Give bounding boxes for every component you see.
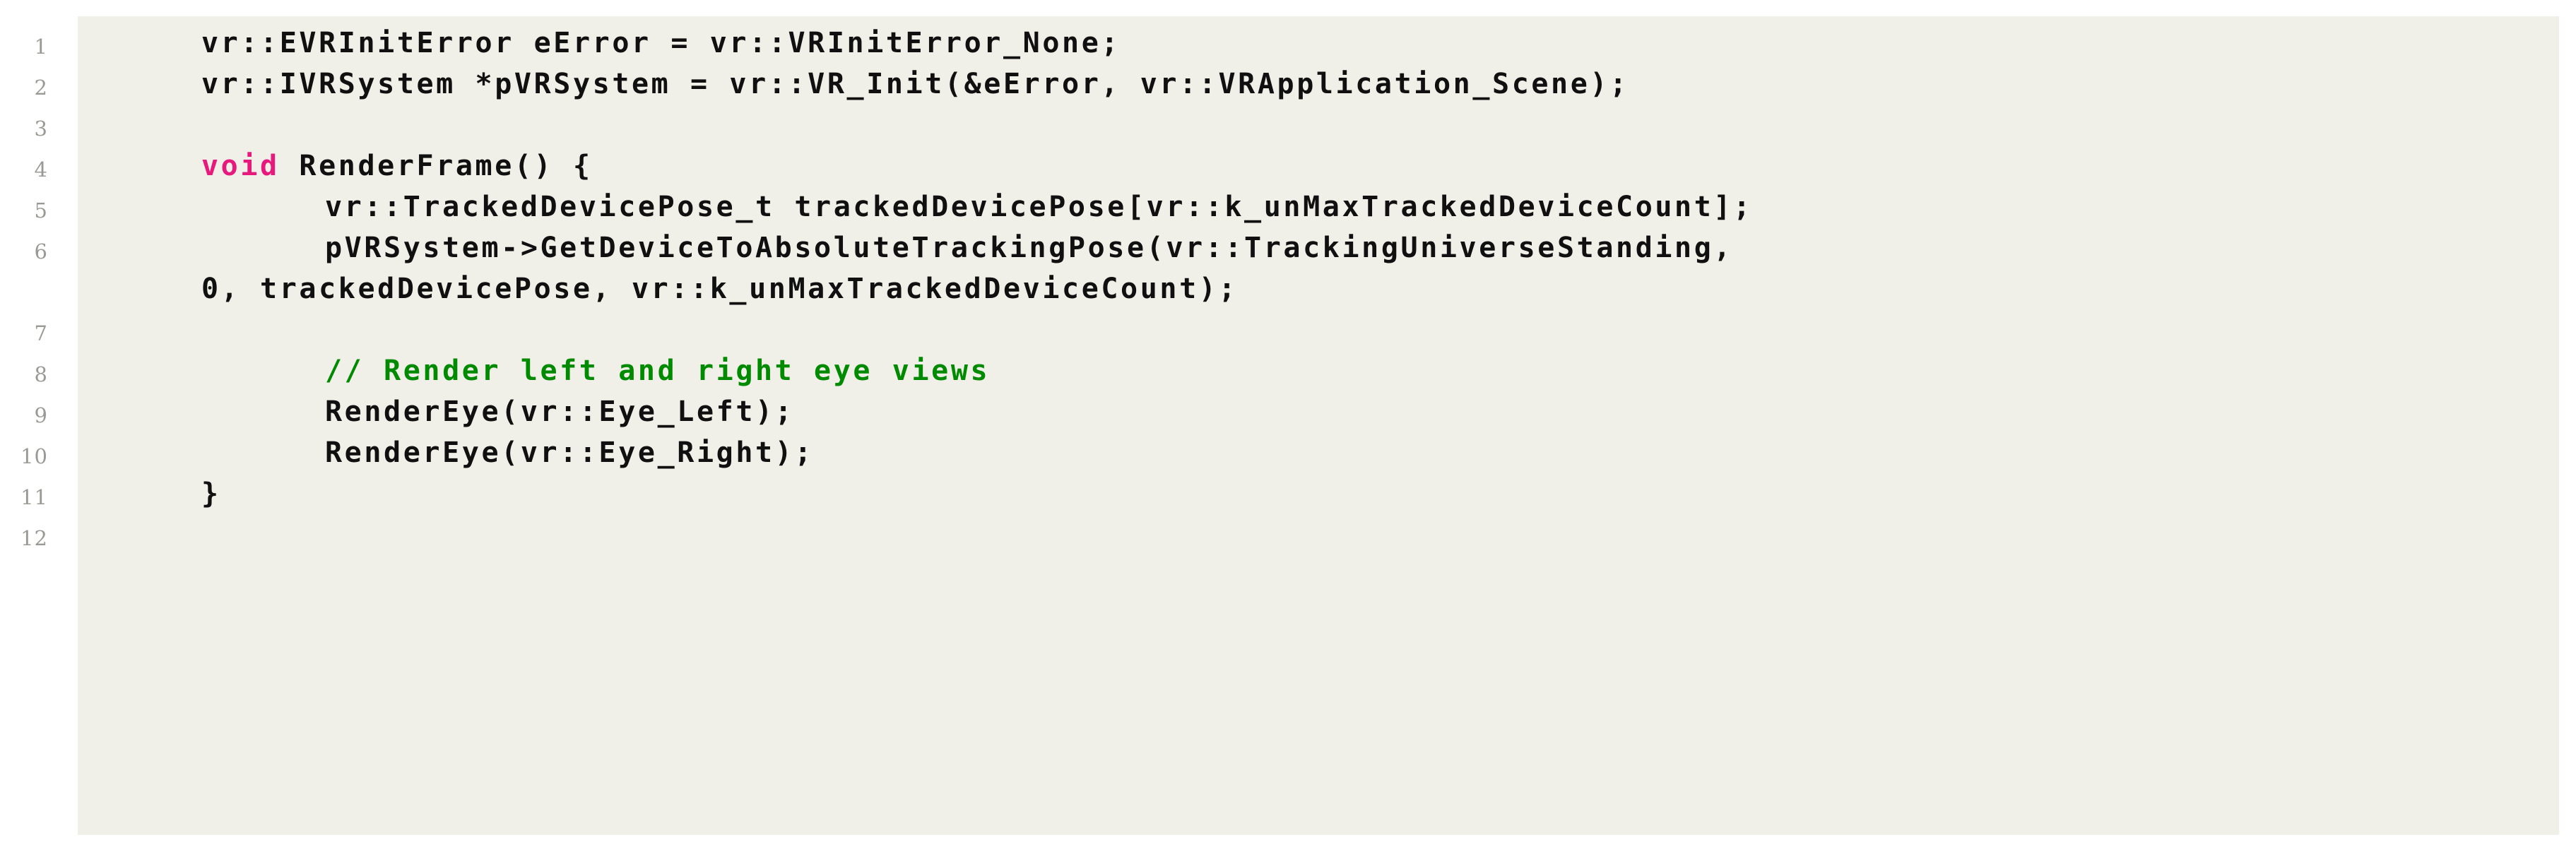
- line-number: 4: [34, 158, 48, 182]
- line-number: 6: [34, 239, 48, 263]
- code-token-plain: }: [201, 477, 221, 510]
- code-line: RenderEye(vr::Eye_Left);: [325, 396, 794, 428]
- line-number: 2: [34, 76, 48, 100]
- code-token-plain: RenderFrame() {: [279, 150, 593, 182]
- code-token-plain: vr::EVRInitError eError = vr::VRInitErro…: [201, 27, 1121, 59]
- code-content: vr::EVRInitError eError = vr::VRInitErro…: [78, 16, 2559, 835]
- code-line: vr::IVRSystem *pVRSystem = vr::VR_Init(&…: [201, 68, 1629, 100]
- code-listing-figure: 1 2 3 4 5 6 7 8 9 10 11 12 vr::EVRInitError eError …: [0, 0, 2576, 849]
- code-line: void RenderFrame() {: [201, 150, 593, 182]
- code-line: vr::TrackedDevicePose_t trackedDevicePos…: [325, 191, 1753, 223]
- code-token-comment: // Render left and right eye views: [325, 355, 991, 387]
- line-number: 7: [34, 321, 48, 345]
- code-line: pVRSystem->GetDeviceToAbsoluteTrackingPo…: [325, 232, 1733, 264]
- code-line: RenderEye(vr::Eye_Right);: [325, 437, 814, 469]
- code-token-plain: RenderEye(vr::Eye_Left);: [325, 396, 795, 428]
- code-token-plain: vr::IVRSystem *pVRSystem = vr::VR_Init(&…: [201, 68, 1629, 100]
- code-line: 0, trackedDevicePose, vr::k_unMaxTracked…: [201, 273, 1238, 305]
- line-number: 12: [20, 526, 48, 550]
- line-number-gutter: 1 2 3 4 5 6 7 8 9 10 11 12: [0, 16, 78, 835]
- code-token-keyword: void: [201, 150, 280, 182]
- line-number: 3: [34, 117, 48, 141]
- line-number: 5: [34, 198, 48, 222]
- line-number: 1: [34, 35, 48, 59]
- code-token-plain: RenderEye(vr::Eye_Right);: [325, 437, 815, 469]
- line-number: 8: [34, 362, 48, 386]
- code-line: vr::EVRInitError eError = vr::VRInitErro…: [201, 27, 1121, 59]
- line-number: 11: [20, 485, 48, 509]
- line-number: 9: [34, 403, 48, 427]
- code-line: // Render left and right eye views: [325, 355, 990, 387]
- code-line: }: [201, 477, 221, 510]
- line-number: 10: [20, 444, 48, 468]
- code-token-plain: 0, trackedDevicePose, vr::k_unMaxTracked…: [201, 273, 1239, 305]
- code-token-plain: vr::TrackedDevicePose_t trackedDevicePos…: [325, 191, 1753, 223]
- code-token-plain: pVRSystem->GetDeviceToAbsoluteTrackingPo…: [325, 232, 1734, 264]
